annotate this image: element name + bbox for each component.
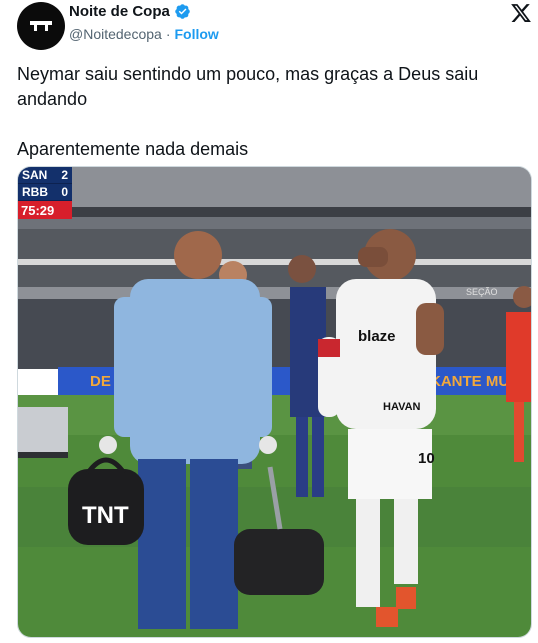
medical-bag-right [234, 529, 324, 595]
shirt-lower-text: HAVAN [383, 401, 421, 413]
board-right-text: KANTE MUS [430, 373, 519, 390]
medic-trousers [138, 459, 186, 629]
score-away: 0 [61, 185, 68, 199]
tweet-text: Neymar saiu sentindo um pouco, mas graça… [17, 62, 522, 162]
match-photo: DE KANTE MUS SEÇÃO TNT blaze HAVAN 10 [18, 167, 531, 637]
display-name[interactable]: Noite de Copa [69, 3, 170, 20]
match-clock: 75:29 [18, 201, 72, 219]
noite-de-copa-logo-icon [30, 21, 52, 31]
tweet-line-2: Aparentemente nada demais [17, 139, 249, 159]
x-logo-icon[interactable] [510, 2, 532, 24]
medic-head [174, 231, 222, 279]
handle[interactable]: @Noitedecopa [69, 26, 162, 42]
handle-row: @Noitedecopa · Follow [69, 26, 219, 42]
separator: · [165, 26, 171, 42]
team-away: RBB [22, 185, 48, 199]
score-row-away: RBB 0 [18, 184, 72, 201]
medic-shirt [130, 279, 260, 464]
verified-badge-icon [175, 4, 190, 19]
tweet-header: Noite de Copa @Noitedecopa · Follow [17, 2, 532, 50]
avatar[interactable] [17, 2, 65, 50]
bag-text: TNT [82, 502, 129, 529]
shirt-number-text: 10 [418, 450, 435, 467]
team-home: SAN [22, 168, 48, 182]
name-row: Noite de Copa [69, 3, 191, 20]
stadium-sign-text: SEÇÃO [466, 287, 498, 297]
follow-button[interactable]: Follow [175, 26, 219, 42]
tweet-media[interactable]: DE KANTE MUS SEÇÃO TNT blaze HAVAN 10 SA… [17, 166, 532, 638]
scoreboard: SAN 2 RBB 0 75:29 [18, 167, 72, 219]
shirt-sponsor-text: blaze [358, 328, 396, 345]
score-row-home: SAN 2 [18, 167, 72, 184]
tweet-line-1: Neymar saiu sentindo um pouco, mas graça… [17, 64, 479, 109]
score-home: 2 [61, 168, 68, 182]
board-left-text: DE [90, 373, 111, 390]
